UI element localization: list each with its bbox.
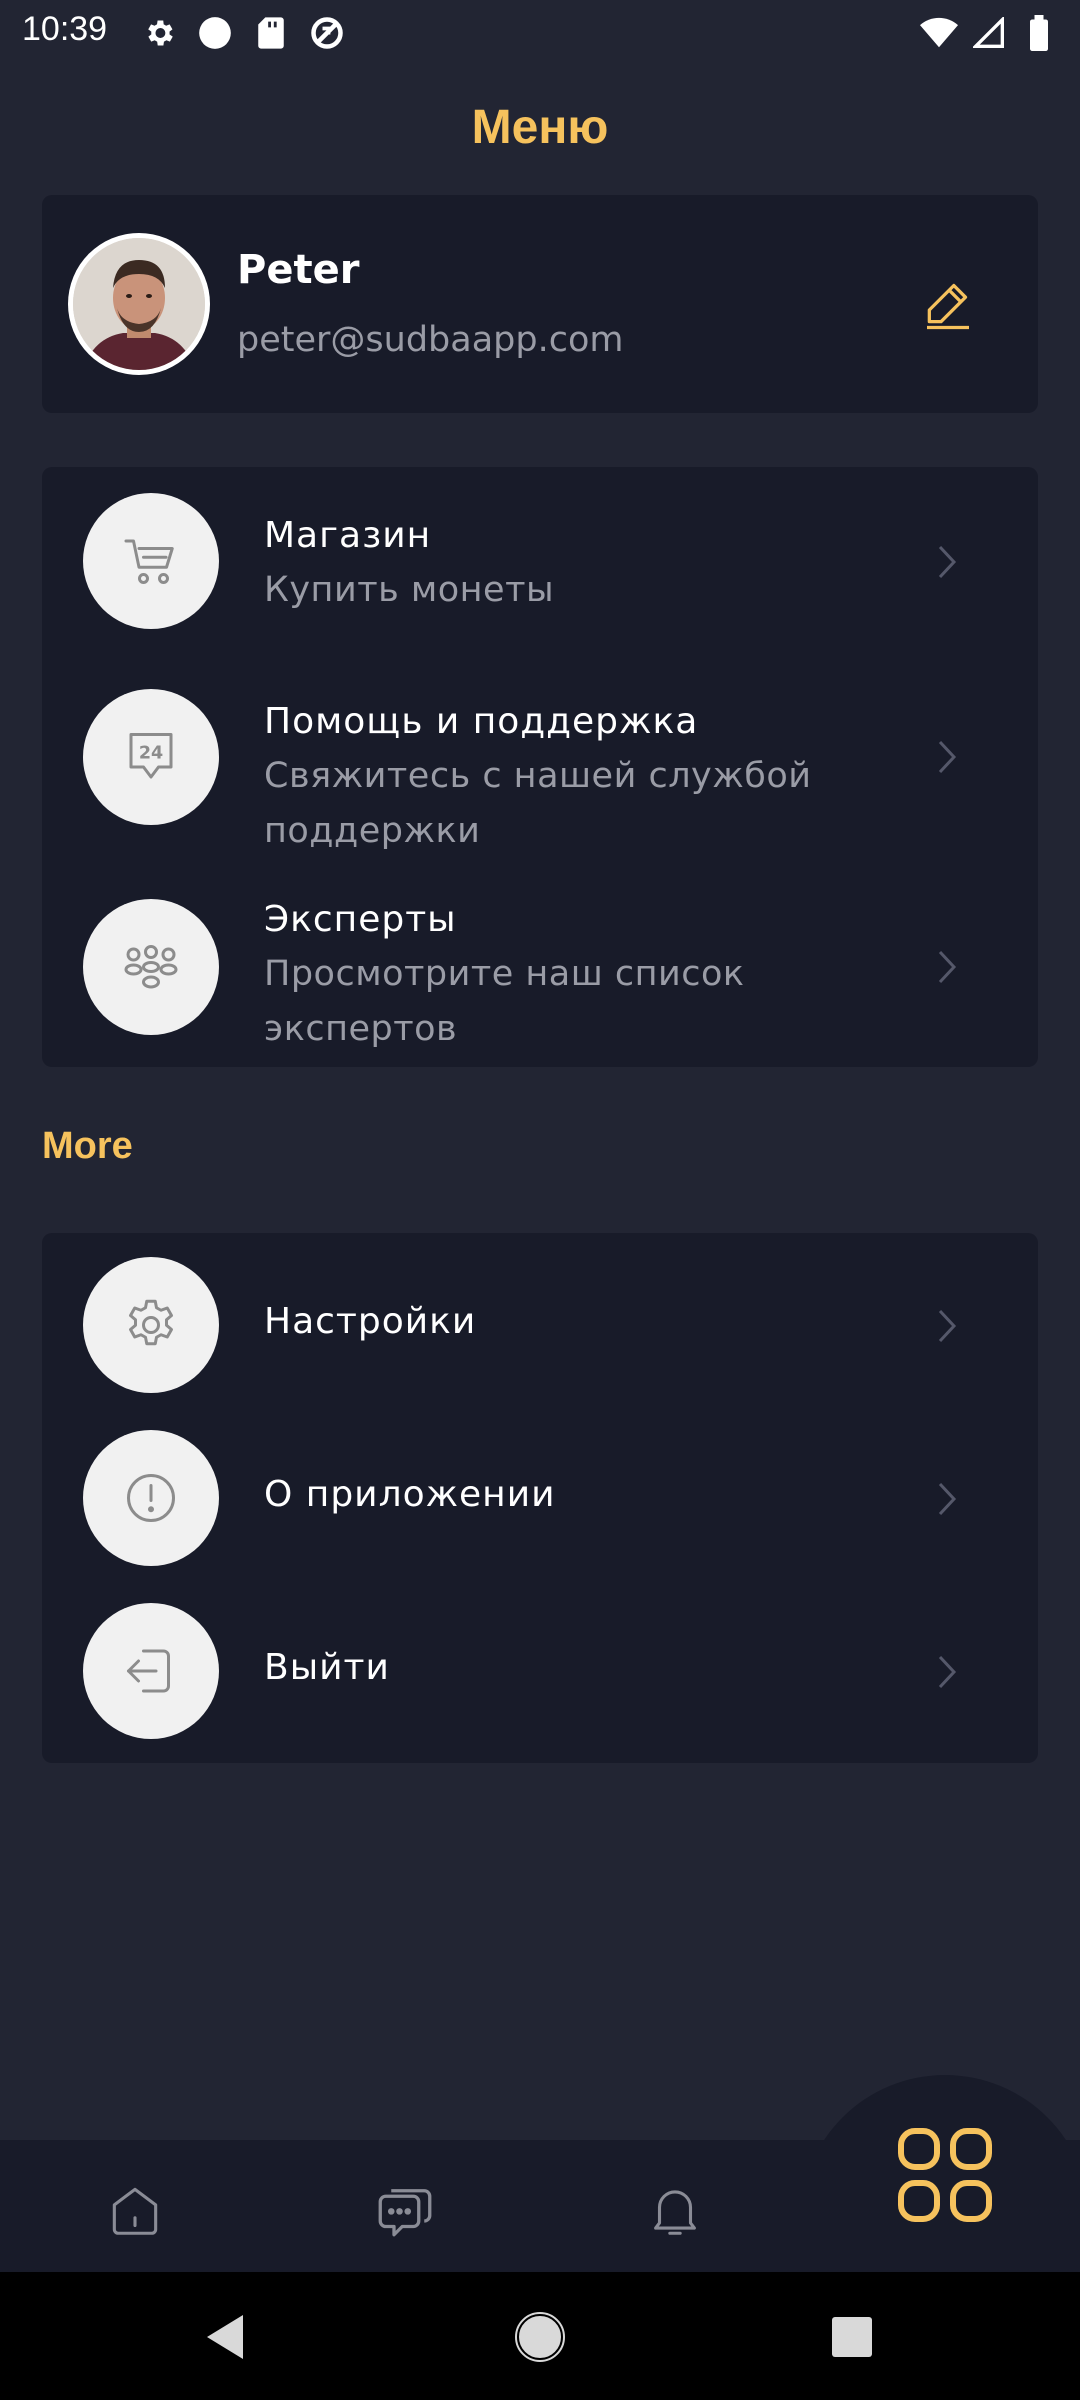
logout-icon [83,1603,219,1739]
menu-item-subtitle: Свяжитесь с нашей службой поддержки [264,756,812,851]
menu-item-title: Магазин [264,515,432,556]
home-icon [112,2187,158,2235]
support-24-icon: 24 [83,689,219,825]
chevron-right-icon [938,1482,957,1516]
wifi-icon [920,14,958,52]
pencil-icon [927,283,969,330]
status-icons-right [920,14,1058,52]
nav-home[interactable] [100,2175,170,2245]
chevron-right-icon [938,545,957,579]
avatar [68,233,210,375]
do-not-disturb-icon [308,14,346,52]
recents-icon[interactable] [822,2307,882,2367]
avatar-photo [73,238,205,370]
gear-icon [140,14,178,52]
info-alert-icon [83,1430,219,1566]
circle-icon [196,14,234,52]
menu-item-about[interactable]: О приложении [42,1406,1038,1579]
chat-icon [378,2189,432,2237]
group-icon [83,899,219,1035]
cart-icon [83,493,219,629]
page-title: Меню [471,101,609,154]
section-label-more: More [42,1125,133,1167]
menu-item-logout[interactable]: Выйти [42,1579,1038,1763]
edit-profile-button[interactable] [920,275,976,331]
chevron-right-icon [938,950,957,984]
profile-email: peter@sudbaapp.com [237,320,624,360]
gear-icon [83,1257,219,1393]
nav-chat[interactable] [370,2175,440,2245]
battery-icon [1020,14,1058,52]
menu-item-shop[interactable]: Магазин Купить монеты [42,467,1038,657]
menu-item-title: Настройки [264,1301,477,1342]
home-button-icon[interactable] [510,2307,570,2367]
grid-menu-icon [898,2128,992,2222]
status-bar: 10:39 [0,0,1080,64]
main-menu-card: Магазин Купить монеты 24 Помощь и поддер… [42,467,1038,1067]
menu-item-title: Выйти [264,1647,390,1688]
chevron-right-icon [938,740,957,774]
menu-item-title: О приложении [264,1474,556,1515]
support-24-text: 24 [139,743,163,763]
bell-icon [654,2190,696,2235]
sd-card-icon [252,14,290,52]
back-icon[interactable] [195,2307,255,2367]
menu-item-experts[interactable]: Эксперты Просмотрите наш список эксперто… [42,857,1038,1067]
menu-item-title: Помощь и поддержка [264,701,699,742]
nav-notifications[interactable] [640,2175,710,2245]
menu-item-title: Эксперты [264,899,457,940]
menu-item-subtitle: Купить монеты [264,570,555,610]
signal-icon [970,14,1008,52]
menu-item-support[interactable]: 24 Помощь и поддержка Свяжитесь с нашей … [42,657,1038,857]
profile-card[interactable]: Peter peter@sudbaapp.com [42,195,1038,413]
more-menu-card: Настройки О приложении Выйти [42,1233,1038,1763]
chevron-right-icon [938,1309,957,1343]
menu-item-subtitle: Просмотрите наш список экспертов [264,954,745,1049]
chevron-right-icon [938,1655,957,1689]
nav-menu[interactable] [895,2125,995,2225]
menu-item-settings[interactable]: Настройки [42,1233,1038,1406]
profile-name: Peter [237,247,360,293]
status-time: 10:39 [22,10,108,48]
status-icons-left [140,14,346,52]
